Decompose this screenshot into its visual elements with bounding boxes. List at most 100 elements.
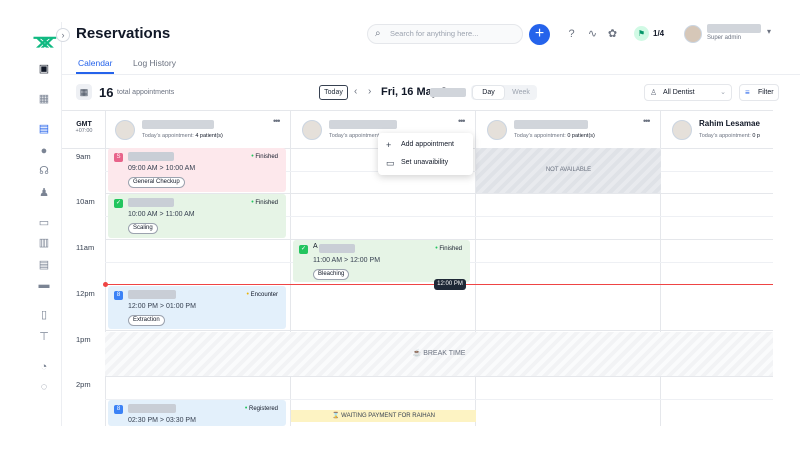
sidebar-item-staff-icon[interactable]: ♟ [37, 186, 51, 200]
sidebar-item-analytics-icon[interactable]: ◔ [37, 360, 51, 374]
today-button[interactable]: Today [319, 85, 348, 100]
appointment-card[interactable]: ✓ A • Finished 11:00 AM > 12:00 PM Bleac… [293, 240, 470, 282]
time-arrow-icon: > [159, 417, 165, 424]
plus-icon: + [386, 140, 392, 150]
appointment-card[interactable]: ✓ • Finished 10:00 AM > 11:00 AM Scaling [108, 194, 286, 238]
appointment-status: Finished [439, 246, 462, 252]
add-button[interactable]: + [529, 24, 550, 45]
sidebar-item-billing-icon[interactable]: ▭ [37, 216, 51, 230]
patient-name-redacted [128, 198, 174, 207]
waiting-payment-banner[interactable]: ⌛ WAITING PAYMENT FOR RAIHAN [291, 410, 476, 422]
prev-day-icon[interactable]: ‹ [354, 86, 357, 97]
appointment-count: 16 [99, 85, 114, 100]
flag-count: 1/4 [653, 29, 665, 38]
treatment-tag: Scaling [128, 223, 158, 234]
patient-name-redacted [128, 404, 176, 413]
logo-icon[interactable]: ᚘ [34, 26, 56, 48]
time-arrow-icon: > [344, 257, 349, 264]
dentist-select[interactable]: ♙ All Dentist ⌄ [644, 84, 732, 101]
sidebar-item-stethoscope-icon[interactable]: ☊ [37, 164, 51, 178]
col-divider [290, 110, 291, 426]
dentist-sub-label: Today's appointment: [699, 133, 751, 139]
dentist-name-redacted [329, 120, 397, 129]
status-dot-icon: • [244, 405, 248, 412]
sidebar-item-lab-icon[interactable]: ⊤ [37, 330, 51, 344]
appointment-time: 09:00 AM > 10:00 AM [128, 165, 195, 172]
user-name-redacted [707, 24, 761, 33]
status-dot-icon: • [251, 199, 254, 206]
dentist-avatar[interactable] [302, 120, 322, 140]
search-input[interactable]: ⌕ Search for anything here... [367, 24, 523, 44]
dentist-patient-count: 0 patient(s) [567, 133, 595, 139]
time-start: 12:00 PM [128, 303, 158, 310]
sidebar-item-dashboard-icon[interactable]: ▦ [37, 92, 51, 106]
more-options-icon[interactable]: ••• [643, 116, 651, 126]
activity-icon[interactable]: ∿ [586, 28, 599, 41]
help-icon[interactable]: ? [565, 28, 578, 41]
flag-icon[interactable]: ⚑ [634, 26, 649, 41]
sidebar-item-documents-icon[interactable]: ▤ [37, 258, 51, 272]
treatment-tag: General Checkup [128, 177, 185, 188]
sidebar-collapse-button[interactable]: › [56, 28, 70, 42]
treatment-tag: Extraction [128, 315, 165, 326]
gmt-offset: +07:00 [75, 128, 93, 134]
status-badge: • Registered [245, 405, 278, 412]
hourglass-icon: ⌛ [332, 413, 342, 419]
view-week-button[interactable]: Week [506, 86, 536, 99]
dentist-appointment-info: Today's appointment: [329, 133, 381, 139]
hour-label: 2pm [76, 380, 91, 389]
calendar-block-icon: ▭ [386, 158, 395, 168]
more-options-icon[interactable]: ••• [273, 116, 281, 126]
tab-log-history[interactable]: Log History [133, 58, 176, 68]
appointment-time: 02:30 PM > 03:30 PM [128, 417, 196, 424]
appointment-status: Registered [248, 406, 278, 412]
appointment-card[interactable]: S • Finished 09:00 AM > 10:00 AM General… [108, 148, 286, 192]
filter-button[interactable]: ≡ Filter [739, 84, 779, 101]
dentist-sub-label: Today's appointment: [514, 133, 566, 139]
next-day-icon[interactable]: › [368, 86, 371, 97]
settings-icon[interactable]: ✿ [606, 28, 619, 41]
sidebar-item-reports-icon[interactable]: ▥ [37, 236, 51, 250]
time-end: 03:30 PM [165, 417, 196, 424]
view-day-button[interactable]: Day [473, 86, 504, 99]
more-options-icon[interactable]: ••• [458, 116, 466, 126]
dentist-name: Rahim Lesamae [699, 119, 760, 128]
patient-name-redacted [128, 152, 174, 161]
check-icon: ✓ [299, 245, 308, 254]
dentist-avatar[interactable] [115, 120, 135, 140]
dentist-avatar[interactable] [672, 120, 692, 140]
time-start: 11:00 AM [313, 257, 343, 264]
break-time-block: ☕ BREAK TIME [105, 332, 773, 376]
dentist-appointment-info: Today's appointment: 0 p [699, 133, 760, 139]
dentist-avatar[interactable] [487, 120, 507, 140]
sidebar-item-patient-icon[interactable]: ● [37, 144, 51, 158]
dentist-name-redacted [514, 120, 588, 129]
sidebar-item-payments-icon[interactable]: ▬ [37, 278, 51, 292]
sidebar-item-calendar-icon[interactable]: ▤ [37, 122, 51, 136]
hour-label: 9am [76, 152, 91, 161]
sidebar-item-organization-icon[interactable]: ▣ [37, 62, 51, 76]
set-unavailability-menu-item[interactable]: ▭ Set unavaibility [378, 154, 473, 172]
appointment-card[interactable]: 8 • Registered 02:30 PM > 03:30 PM [108, 400, 286, 426]
appointment-card[interactable]: 8 • Encounter 12:00 PM > 01:00 PM Extrac… [108, 286, 286, 329]
hour-label: 1pm [76, 335, 91, 344]
avatar[interactable] [684, 25, 702, 43]
menu-item-label: Set unavaibility [401, 159, 449, 166]
dentist-sub-label: Today's appointment: [142, 133, 194, 139]
add-appointment-menu-item[interactable]: + Add appointment [378, 136, 473, 154]
time-arrow-icon: > [159, 165, 164, 172]
sidebar-item-support-icon[interactable]: ◌ [37, 380, 51, 394]
hour-line [105, 376, 773, 377]
chevron-down-icon[interactable]: ▾ [767, 27, 771, 36]
tab-calendar[interactable]: Calendar [78, 58, 113, 68]
status-badge: • Finished [251, 153, 278, 160]
appointment-time: 11:00 AM > 12:00 PM [313, 257, 380, 264]
current-time-label: 12:00 PM [434, 279, 466, 290]
time-start: 09:00 AM [128, 165, 158, 172]
search-placeholder: Search for anything here... [390, 29, 479, 38]
status-badge: • Finished [435, 245, 462, 252]
sidebar-item-inventory-icon[interactable]: ▯ [37, 308, 51, 322]
dentist-appointment-info: Today's appointment: 4 patient(s) [142, 133, 223, 139]
hour-label: 11am [76, 243, 95, 252]
col-divider [105, 110, 106, 426]
